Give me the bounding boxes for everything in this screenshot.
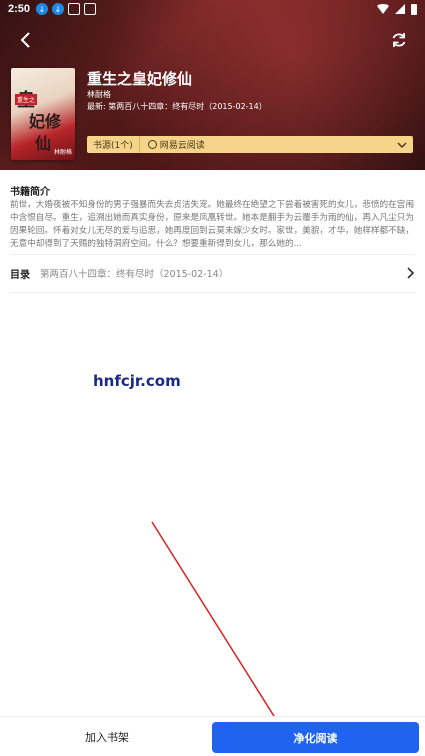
cover-author: 林耐格: [53, 149, 72, 156]
latest-chapter-text: 第两百八十四章：终有尽时（2015-02-14）: [108, 102, 267, 111]
divider: [10, 254, 415, 255]
chevron-right-icon: [407, 267, 415, 279]
status-indicators: [377, 3, 417, 15]
signal-icon: [395, 4, 405, 14]
intro-heading: 书籍简介: [10, 187, 50, 198]
refresh-icon: [392, 33, 406, 47]
source-count: 书源(1个): [87, 136, 140, 153]
table-of-contents-row[interactable]: 目录 第两百八十四章：终有尽时（2015-02-14）: [10, 262, 415, 284]
back-arrow-icon: [20, 32, 30, 48]
source-name: 网易云阅读: [147, 138, 205, 151]
battery-icon: [411, 3, 417, 15]
divider: [10, 292, 415, 293]
chevron-down-icon: [397, 141, 407, 148]
book-title: 重生之皇妃修仙: [87, 70, 193, 88]
refresh-button[interactable]: [389, 30, 409, 50]
status-time: 2:50: [8, 3, 31, 15]
source-selector[interactable]: 书源(1个) 网易云阅读: [87, 136, 413, 153]
back-button[interactable]: [16, 30, 36, 50]
book-latest-chapter: 最新: 第两百八十四章：终有尽时（2015-02-14）: [87, 101, 267, 112]
watermark: hnfcjr.com: [93, 372, 181, 390]
source-icon: [147, 140, 157, 149]
notification-box-icon-2: [84, 3, 97, 15]
notification-box-icon: [68, 3, 81, 15]
top-app-bar: [0, 28, 425, 52]
cover-badge: 重生之: [15, 94, 38, 105]
book-cover[interactable]: 皇 重生之 妃修 仙 林耐格: [11, 68, 75, 160]
cover-title-3: 仙: [35, 134, 52, 153]
latest-prefix: 最新:: [87, 102, 106, 111]
start-reading-button[interactable]: 净化阅读: [212, 722, 419, 753]
status-bar: 2:50 ↓ ↓: [0, 0, 425, 18]
notification-download-icon-2: ↓: [52, 3, 65, 15]
source-name-label: 网易云阅读: [159, 141, 205, 151]
add-to-shelf-button[interactable]: 加入书架: [12, 721, 202, 753]
bottom-action-bar: 加入书架 净化阅读: [0, 716, 425, 756]
book-author: 林耐格: [87, 90, 111, 99]
toc-latest-chapter: 第两百八十四章：终有尽时（2015-02-14）: [40, 269, 229, 280]
wifi-icon: [377, 4, 389, 14]
notification-download-icon: ↓: [36, 3, 49, 15]
toc-label: 目录: [10, 269, 30, 281]
intro-text[interactable]: 前世，大婚夜被不知身份的男子强暴而失去贞洁失宠。她最终在绝望之下尝着被害死的女儿…: [10, 199, 415, 251]
cover-title-2: 妃修: [29, 112, 62, 131]
